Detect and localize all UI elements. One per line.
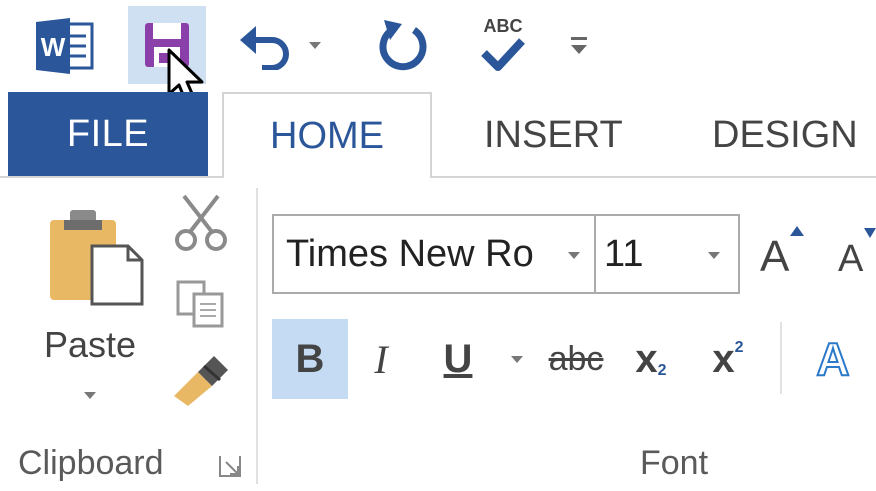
copy-icon <box>176 280 224 328</box>
superscript-button[interactable]: x 2 <box>700 319 756 399</box>
shrink-arrow-icon <box>864 228 876 238</box>
checkmark-icon <box>481 38 525 71</box>
font-name-combobox[interactable]: Times New Ro <box>272 214 596 294</box>
tab-design[interactable]: DESIGN <box>712 92 858 178</box>
grow-arrow-icon <box>790 226 804 236</box>
tab-home[interactable]: HOME <box>222 92 432 178</box>
customize-toolbar-button[interactable] <box>564 28 594 64</box>
superscript-label: x <box>712 336 735 381</box>
underline-label: U <box>443 336 473 381</box>
tab-file[interactable]: FILE <box>8 92 208 176</box>
subscript-mark: 2 <box>657 362 667 379</box>
paste-label: Paste <box>44 324 137 365</box>
word-icon: W <box>34 18 96 74</box>
customize-toolbar-icon <box>571 37 587 54</box>
text-effects-label: A <box>815 332 850 386</box>
font-size-value: 11 <box>604 232 644 275</box>
group-separator <box>256 188 258 484</box>
bold-button[interactable]: B <box>272 319 348 399</box>
clipboard-group-label: Clipboard <box>18 444 164 482</box>
strikethrough-label: abc <box>548 339 604 378</box>
italic-button[interactable]: I <box>356 319 406 399</box>
font-group-label: Font <box>640 444 709 482</box>
undo-button[interactable] <box>238 20 294 70</box>
grow-font-button[interactable]: A <box>756 222 812 288</box>
clipboard-dialog-launcher[interactable] <box>218 454 242 478</box>
dialog-launcher-icon <box>219 456 241 477</box>
spelling-grammar-button[interactable]: ABC <box>474 12 532 78</box>
chevron-down-icon <box>708 252 720 259</box>
superscript-mark: 2 <box>734 339 744 356</box>
quick-access-toolbar: W ABC <box>0 0 876 104</box>
svg-text:W: W <box>41 32 66 62</box>
ribbon-tab-row: FILE HOME INSERT DESIGN <box>0 92 876 178</box>
subscript-button[interactable]: x 2 <box>624 319 678 399</box>
redo-button[interactable] <box>372 16 432 74</box>
paste-dropdown-chevron-icon <box>84 392 96 399</box>
cut-button[interactable] <box>172 192 230 252</box>
paste-icon <box>50 210 144 306</box>
chevron-down-icon <box>568 252 580 259</box>
format-painter-icon <box>174 356 228 406</box>
strikethrough-button[interactable]: abc <box>544 319 608 399</box>
font-size-combobox[interactable]: 11 <box>594 214 740 294</box>
chevron-down-icon <box>309 41 321 49</box>
shrink-font-button[interactable]: A <box>834 222 876 288</box>
grow-font-label: A <box>760 232 790 281</box>
format-painter-button[interactable] <box>168 352 232 408</box>
underline-dropdown-button[interactable] <box>504 346 530 372</box>
redo-icon <box>379 20 427 71</box>
chevron-down-icon <box>511 355 523 363</box>
underline-button[interactable]: U <box>430 319 486 399</box>
cut-icon <box>175 194 227 251</box>
bold-label: B <box>295 336 325 381</box>
copy-button[interactable] <box>172 278 230 330</box>
paste-button[interactable]: Paste <box>36 196 146 418</box>
italic-label: I <box>374 336 388 382</box>
tab-insert[interactable]: INSERT <box>484 92 623 178</box>
spelling-abc-label: ABC <box>483 16 523 36</box>
shrink-font-label: A <box>838 238 864 280</box>
subscript-label: x <box>635 336 658 381</box>
text-effects-button[interactable]: A <box>800 319 866 399</box>
undo-dropdown-button[interactable] <box>302 32 328 58</box>
font-name-value: Times New Ro <box>286 232 534 275</box>
undo-icon <box>240 26 289 70</box>
format-row-separator <box>780 322 782 394</box>
